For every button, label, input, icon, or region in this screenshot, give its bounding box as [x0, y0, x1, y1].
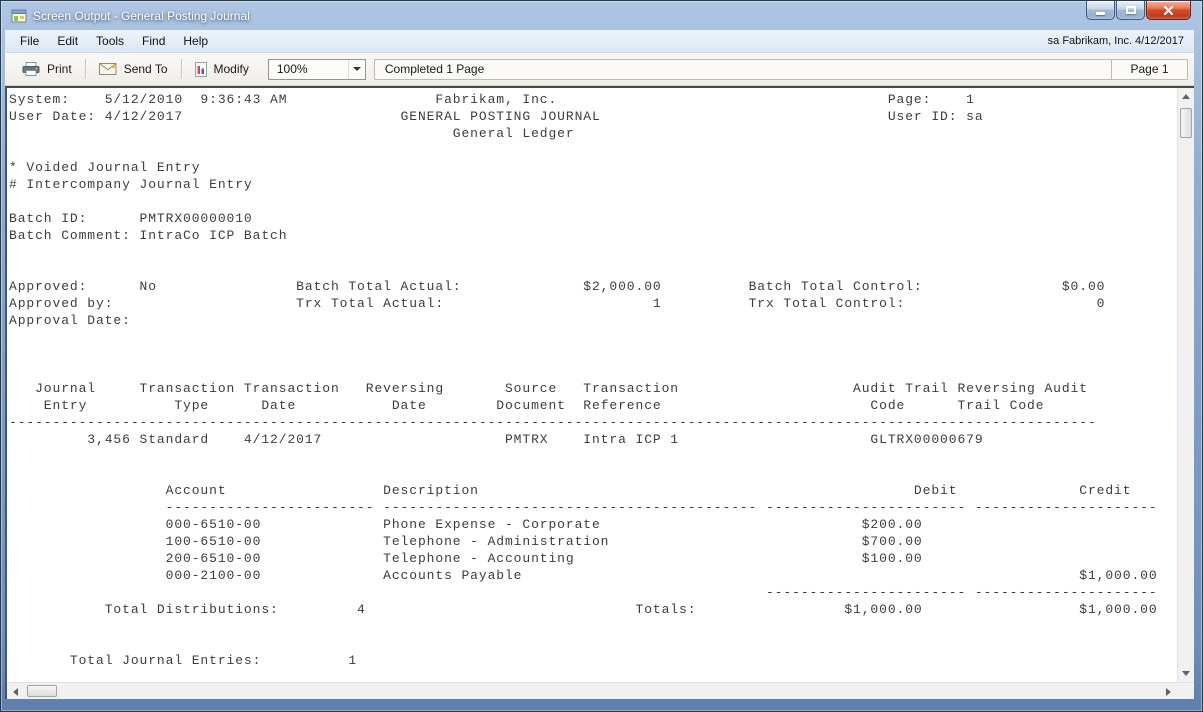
vertical-scroll-thumb[interactable] [1180, 108, 1192, 138]
modify-icon [195, 62, 207, 77]
print-label: Print [47, 62, 72, 76]
printer-icon [22, 62, 40, 76]
menu-help[interactable]: Help [174, 31, 217, 51]
menu-file[interactable]: File [11, 31, 48, 51]
menu-tools[interactable]: Tools [87, 31, 133, 51]
scroll-left-button[interactable] [7, 683, 24, 700]
send-to-label: Send To [124, 62, 168, 76]
arrow-right-icon [1166, 688, 1171, 696]
arrow-left-icon [13, 688, 18, 696]
maximize-button[interactable] [1116, 1, 1145, 20]
envelope-icon [99, 63, 117, 75]
arrow-up-icon [1182, 94, 1190, 99]
menu-edit[interactable]: Edit [48, 31, 87, 51]
close-button[interactable] [1146, 1, 1191, 20]
menu-find[interactable]: Find [133, 31, 174, 51]
arrow-down-icon [1182, 671, 1190, 676]
horizontal-scrollbar[interactable] [7, 682, 1194, 699]
zoom-dropdown-button[interactable] [348, 60, 365, 79]
zoom-select[interactable]: 100% [268, 59, 366, 80]
modify-button[interactable]: Modify [184, 57, 260, 81]
toolbar: Print Send To Modify 100% Completed 1 Pa… [5, 53, 1194, 86]
report-text: System: 5/12/2010 9:36:43 AM Fabrikam, I… [7, 88, 1194, 669]
session-info: sa Fabrikam, Inc. 4/12/2017 [1048, 35, 1188, 47]
zoom-value: 100% [269, 62, 348, 76]
maximize-icon [1126, 6, 1136, 14]
close-icon [1163, 5, 1174, 16]
window-title: Screen Output - General Posting Journal [33, 9, 250, 23]
vertical-scrollbar[interactable] [1177, 88, 1194, 682]
horizontal-scroll-thumb[interactable] [27, 685, 57, 697]
scroll-down-button[interactable] [1177, 665, 1194, 682]
toolbar-separator [181, 59, 182, 79]
toolbar-separator [85, 59, 86, 79]
print-button[interactable]: Print [11, 57, 83, 81]
scroll-right-button[interactable] [1160, 683, 1177, 700]
completion-status: Completed 1 Page [374, 59, 1112, 80]
menubar: File Edit Tools Find Help sa Fabrikam, I… [5, 30, 1194, 53]
scroll-up-button[interactable] [1177, 88, 1194, 105]
minimize-button[interactable] [1086, 1, 1115, 20]
titlebar[interactable]: Screen Output - General Posting Journal [5, 1, 1194, 30]
chevron-down-icon [353, 67, 361, 71]
modify-label: Modify [214, 62, 249, 76]
page-indicator: Page 1 [1112, 59, 1188, 80]
report-page: System: 5/12/2010 9:36:43 AM Fabrikam, I… [7, 88, 1194, 682]
minimize-icon [1096, 12, 1105, 15]
app-window: Screen Output - General Posting Journal … [0, 0, 1203, 712]
window-controls [1086, 1, 1191, 20]
report-viewport: System: 5/12/2010 9:36:43 AM Fabrikam, I… [5, 86, 1194, 699]
send-to-button[interactable]: Send To [88, 57, 179, 81]
report-app-icon [11, 8, 27, 24]
